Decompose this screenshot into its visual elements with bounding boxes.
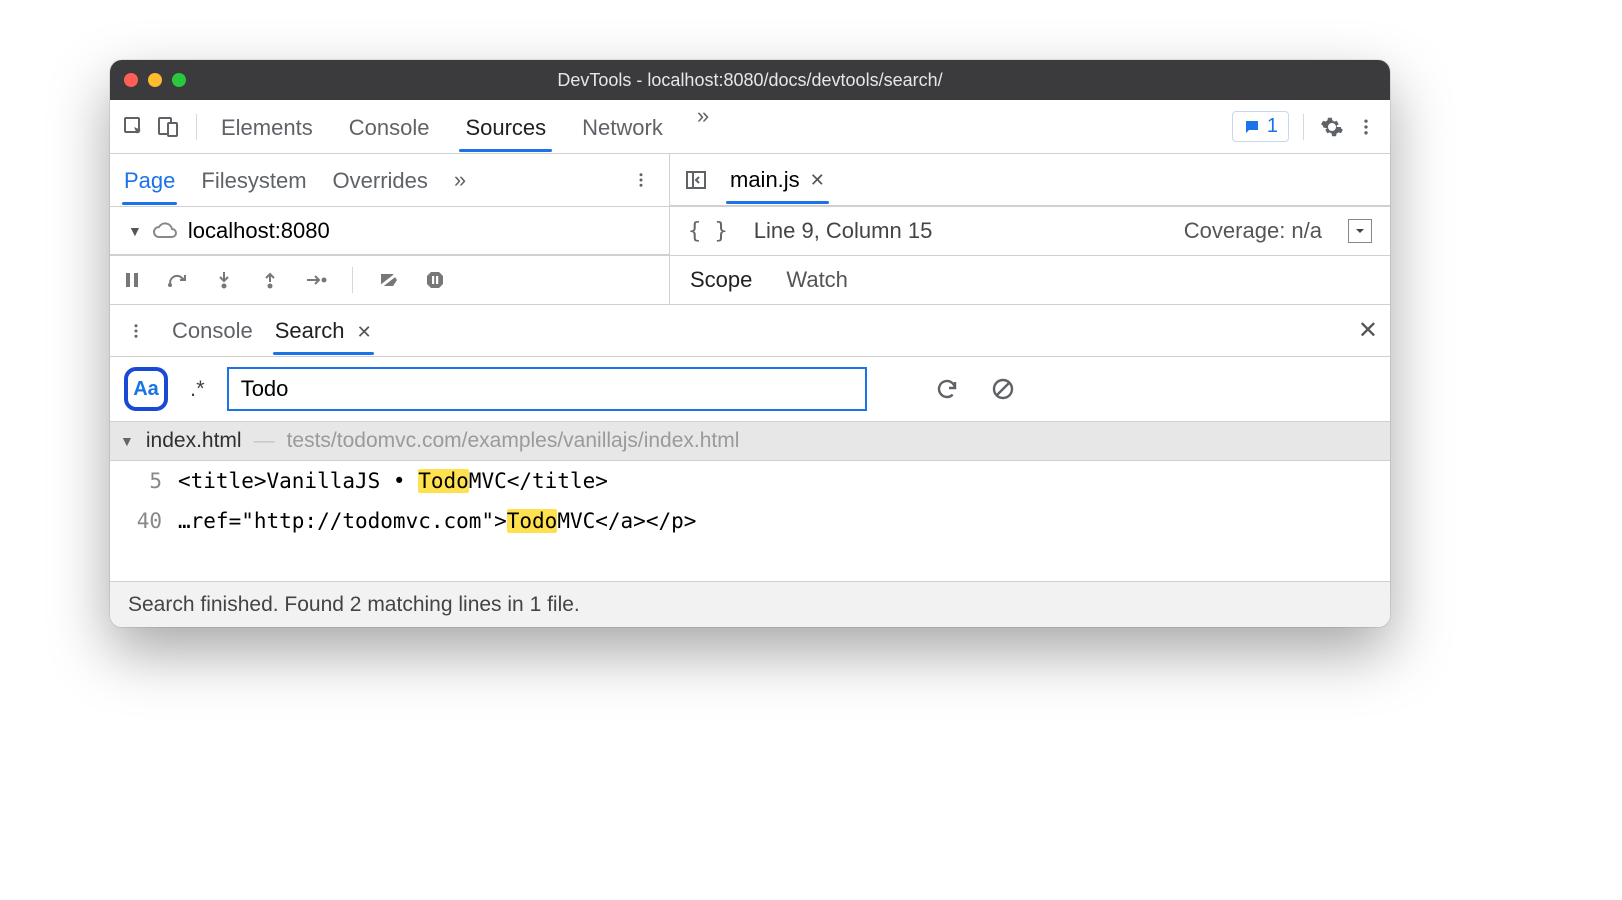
step-out-icon[interactable]	[256, 266, 284, 294]
close-file-tab-icon[interactable]: ✕	[810, 170, 825, 191]
line-number: 40	[120, 509, 162, 533]
tab-watch[interactable]: Watch	[786, 267, 848, 293]
subtab-overrides[interactable]: Overrides	[333, 157, 428, 204]
drawer-tabs: Console Search ✕ ✕	[110, 305, 1390, 357]
tab-network[interactable]: Network	[580, 103, 665, 151]
result-file-path: tests/todomvc.com/examples/vanillajs/ind…	[287, 429, 740, 453]
sources-header-row: Page Filesystem Overrides » main.js ✕	[110, 154, 1390, 207]
step-icon[interactable]	[302, 266, 330, 294]
step-into-icon[interactable]	[210, 266, 238, 294]
titlebar: DevTools - localhost:8080/docs/devtools/…	[110, 60, 1390, 100]
file-tree-root[interactable]: ▼ localhost:8080	[110, 207, 669, 255]
line-number: 5	[120, 469, 162, 493]
result-file-name: index.html	[146, 429, 242, 453]
cursor-position: Line 9, Column 15	[754, 218, 933, 244]
clear-search-icon[interactable]	[989, 375, 1017, 403]
separator: —	[254, 429, 275, 453]
tree-root-label: localhost:8080	[188, 218, 330, 244]
line-text: <title>VanillaJS • TodoMVC</title>	[178, 469, 608, 493]
minimize-window-button[interactable]	[148, 73, 162, 87]
messages-badge[interactable]: 1	[1232, 111, 1289, 142]
toggle-navigator-icon[interactable]	[682, 166, 710, 194]
search-status-text: Search finished. Found 2 matching lines …	[128, 593, 580, 617]
tab-elements[interactable]: Elements	[219, 103, 315, 151]
pause-icon[interactable]	[118, 266, 146, 294]
search-result-file-header[interactable]: ▼ index.html — tests/todomvc.com/example…	[110, 421, 1390, 461]
inspect-element-icon[interactable]	[120, 113, 148, 141]
search-result-line[interactable]: 5 <title>VanillaJS • TodoMVC</title>	[110, 461, 1390, 501]
sources-body-row: ▼ localhost:8080 { } Line 9, Column 15 C…	[110, 207, 1390, 256]
close-drawer-tab-icon[interactable]: ✕	[357, 322, 372, 342]
messages-count: 1	[1267, 115, 1278, 138]
tab-console[interactable]: Console	[347, 103, 432, 151]
search-result-line[interactable]: 40 …ref="http://todomvc.com">TodoMVC</a>…	[110, 501, 1390, 541]
line-text: …ref="http://todomvc.com">TodoMVC</a></p…	[178, 509, 696, 533]
empty-area	[110, 541, 1390, 581]
deactivate-breakpoints-icon[interactable]	[375, 266, 403, 294]
traffic-lights	[124, 73, 186, 87]
tab-sources[interactable]: Sources	[463, 103, 548, 151]
debugger-controls	[110, 256, 670, 304]
search-input[interactable]	[227, 367, 867, 411]
subtab-page[interactable]: Page	[124, 157, 175, 204]
tab-scope[interactable]: Scope	[690, 267, 752, 293]
match-case-button[interactable]: Aa	[124, 367, 168, 411]
drawer-kebab-icon[interactable]	[122, 317, 150, 345]
more-subtabs-chevron-icon[interactable]: »	[454, 167, 466, 193]
coverage-status: Coverage: n/a	[1184, 218, 1322, 244]
separator	[196, 114, 197, 140]
file-tab-label: main.js	[730, 167, 800, 193]
drawer-tab-console[interactable]: Console	[172, 307, 253, 354]
devtools-window: DevTools - localhost:8080/docs/devtools/…	[110, 60, 1390, 627]
cloud-icon	[152, 221, 178, 241]
device-toolbar-icon[interactable]	[154, 113, 182, 141]
main-toolbar: Elements Console Sources Network » 1	[110, 100, 1390, 154]
step-over-icon[interactable]	[164, 266, 192, 294]
debugger-sidebar-tabs: Scope Watch	[670, 256, 1390, 304]
match-highlight: Todo	[507, 509, 558, 533]
main-tabs: Elements Console Sources Network »	[219, 103, 709, 151]
refresh-search-icon[interactable]	[933, 375, 961, 403]
format-braces-icon[interactable]: { }	[688, 219, 728, 244]
kebab-menu-icon[interactable]	[1352, 113, 1380, 141]
search-bar: Aa .*	[110, 357, 1390, 421]
separator	[1303, 114, 1304, 140]
close-drawer-icon[interactable]: ✕	[1358, 316, 1378, 345]
drawer-tab-search[interactable]: Search ✕	[275, 307, 372, 354]
close-window-button[interactable]	[124, 73, 138, 87]
pause-on-exceptions-icon[interactable]	[421, 266, 449, 294]
editor-file-tabs: main.js ✕	[670, 154, 1390, 206]
debugger-toolbar-row: Scope Watch	[110, 256, 1390, 305]
regex-button[interactable]: .*	[186, 376, 209, 402]
search-status-footer: Search finished. Found 2 matching lines …	[110, 581, 1390, 627]
file-tab-mainjs[interactable]: main.js ✕	[726, 156, 829, 203]
sources-navigator-tabs: Page Filesystem Overrides »	[110, 154, 669, 206]
disclosure-triangle-icon[interactable]: ▼	[120, 433, 134, 449]
editor-status-row: { } Line 9, Column 15 Coverage: n/a	[670, 207, 1390, 255]
separator	[352, 267, 353, 293]
drawer-tab-search-label: Search	[275, 318, 345, 343]
settings-gear-icon[interactable]	[1318, 113, 1346, 141]
disclosure-triangle-icon[interactable]: ▼	[128, 223, 142, 239]
subtab-filesystem[interactable]: Filesystem	[201, 157, 306, 204]
match-highlight: Todo	[418, 469, 469, 493]
editor-dropdown-icon[interactable]	[1348, 219, 1372, 243]
navigator-kebab-icon[interactable]	[627, 166, 655, 194]
window-title: DevTools - localhost:8080/docs/devtools/…	[110, 70, 1390, 91]
more-tabs-chevron-icon[interactable]: »	[697, 103, 709, 151]
maximize-window-button[interactable]	[172, 73, 186, 87]
